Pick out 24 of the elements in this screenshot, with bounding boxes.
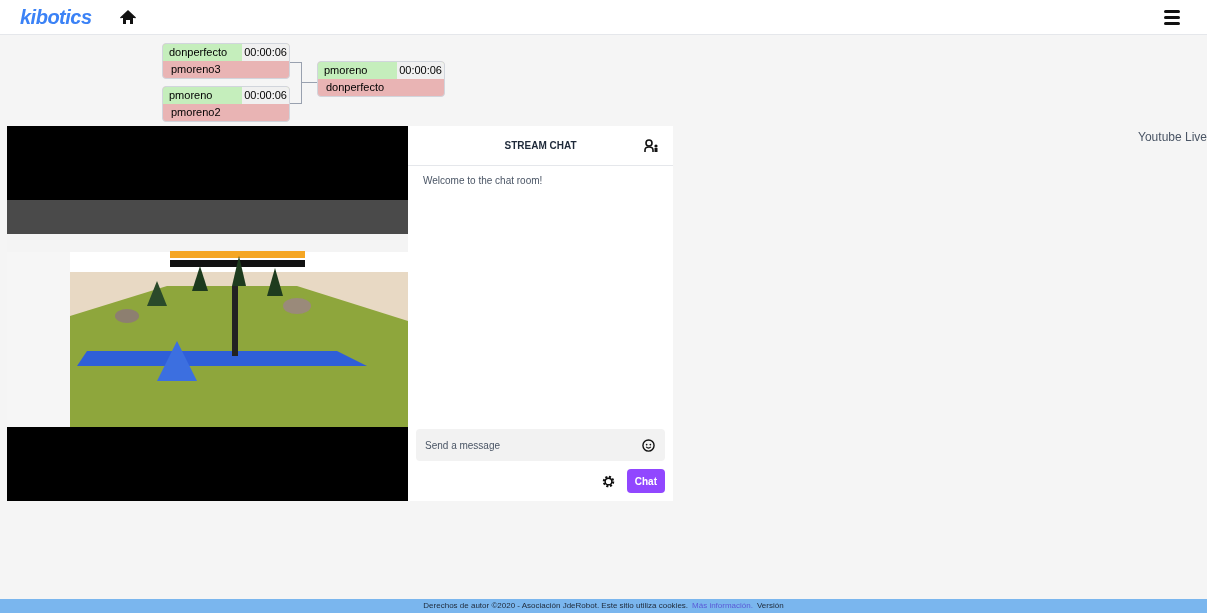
version-link[interactable]: Versión [756, 600, 784, 612]
chat-send-button[interactable]: Chat [626, 469, 665, 493]
menu-icon[interactable] [1164, 9, 1180, 25]
more-info-link[interactable]: Más información. [692, 600, 753, 612]
winner-name: pmoreno [168, 88, 214, 103]
loser-name: donperfecto [325, 79, 386, 95]
settings-icon[interactable] [601, 474, 615, 488]
winner-time: 00:00:06 [242, 87, 289, 104]
winner-time: 00:00:06 [397, 61, 444, 79]
winner-name: donperfecto [168, 45, 229, 60]
logo[interactable]: kibotics [20, 2, 92, 32]
copyright-text: Derechos de autor ©2020 - Asociación JdeRobot. Este sitio utiliza cookies. [423, 600, 689, 612]
message-input[interactable]: Send a message [416, 429, 665, 461]
home-icon[interactable] [119, 9, 136, 25]
users-icon[interactable] [644, 138, 659, 153]
bracket-connector [290, 61, 317, 104]
winner-time: 00:00:06 [242, 44, 289, 61]
youtube-live-label: Youtube Live [1138, 129, 1207, 146]
winner-name: pmoreno [323, 62, 369, 78]
smiley-icon[interactable] [642, 439, 655, 452]
chat-message: Welcome to the chat room! [423, 174, 544, 188]
loser-name: pmoreno3 [170, 62, 222, 77]
loser-name: pmoreno2 [170, 105, 222, 120]
chat-title: STREAM CHAT [504, 139, 577, 153]
